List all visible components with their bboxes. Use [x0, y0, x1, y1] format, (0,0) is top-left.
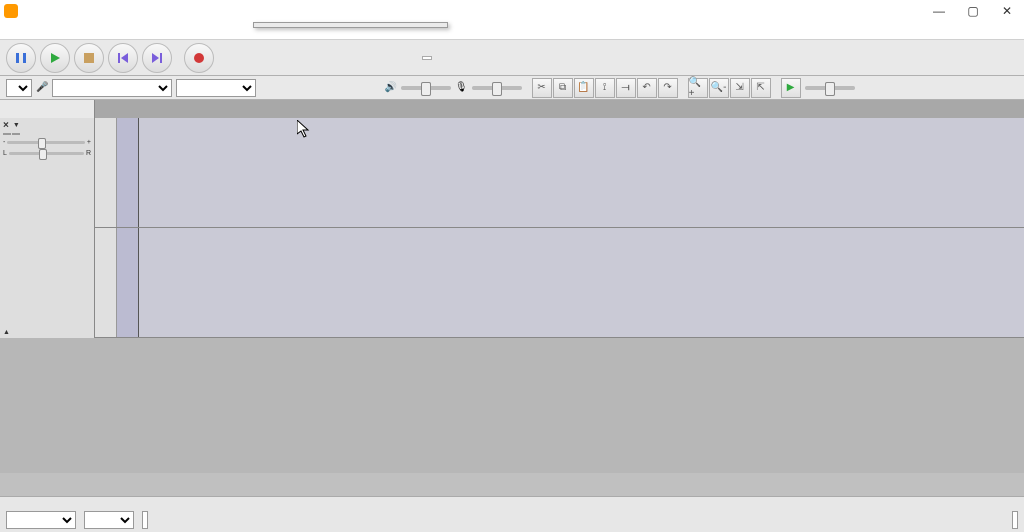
- solo-button[interactable]: [12, 133, 20, 135]
- output-volume-slider[interactable]: [401, 86, 451, 90]
- play-at-speed-button[interactable]: ▶: [781, 78, 801, 98]
- mic-vol-icon: 🎙: [455, 82, 468, 93]
- amplitude-scale: [95, 228, 117, 337]
- menu-bar: [0, 22, 1024, 40]
- paste-button[interactable]: 📋: [574, 78, 594, 98]
- fit-selection-button[interactable]: ⇲: [730, 78, 750, 98]
- snap-to-select[interactable]: [84, 511, 134, 529]
- selection-toolbar: [0, 496, 1024, 532]
- pan-slider[interactable]: [9, 152, 84, 155]
- channel-left[interactable]: [95, 118, 1024, 228]
- collapse-icon[interactable]: ▲: [3, 329, 10, 336]
- gain-slider[interactable]: [7, 141, 85, 144]
- selection-length-field[interactable]: [1012, 511, 1018, 529]
- mic-icon: 🎤: [36, 82, 48, 93]
- pause-button[interactable]: [6, 43, 36, 73]
- app-icon: [4, 4, 18, 18]
- undo-button[interactable]: ↶: [637, 78, 657, 98]
- speaker-icon: 🔊: [384, 82, 396, 93]
- title-bar: [0, 0, 1024, 22]
- input-volume-slider[interactable]: [472, 86, 522, 90]
- copy-button[interactable]: ⧉: [553, 78, 573, 98]
- skip-end-button[interactable]: [142, 43, 172, 73]
- skip-start-button[interactable]: [108, 43, 138, 73]
- track-area: × ▼ -+ LR ▲: [0, 118, 1024, 338]
- amplitude-scale: [95, 118, 117, 227]
- timeline-ruler[interactable]: [0, 100, 1024, 118]
- play-at-speed-toolbar: ▶: [781, 78, 801, 98]
- project-rate-select[interactable]: [6, 511, 76, 529]
- track-menu-icon[interactable]: ▼: [13, 122, 20, 129]
- trim-button[interactable]: ⟟: [595, 78, 615, 98]
- silence-button[interactable]: ⟞: [616, 78, 636, 98]
- zoom-toolbar: 🔍+ 🔍- ⇲ ⇱: [688, 78, 771, 98]
- zoom-in-button[interactable]: 🔍+: [688, 78, 708, 98]
- channel-right[interactable]: [95, 228, 1024, 338]
- close-button[interactable]: ✕: [990, 0, 1024, 22]
- monitoring-label[interactable]: [422, 56, 432, 60]
- edit-toolbar: ✂ ⧉ 📋 ⟟ ⟞ ↶ ↷: [532, 78, 678, 98]
- playback-speed-slider[interactable]: [805, 86, 855, 90]
- db-meter: [436, 51, 1018, 65]
- mute-button[interactable]: [3, 133, 11, 135]
- zoom-out-button[interactable]: 🔍-: [709, 78, 729, 98]
- empty-track-area[interactable]: [0, 338, 1024, 473]
- record-button[interactable]: [184, 43, 214, 73]
- input-device-select[interactable]: [52, 79, 172, 97]
- track-close-icon[interactable]: ×: [3, 120, 9, 131]
- track-header[interactable]: × ▼ -+ LR ▲: [0, 118, 95, 338]
- selection-start-field[interactable]: [142, 511, 148, 529]
- minimize-button[interactable]: —: [922, 0, 956, 22]
- device-toolbar: 🎤 🔊 🎙 ✂ ⧉ 📋 ⟟ ⟞ ↶ ↷ 🔍+ 🔍- ⇲ ⇱ ▶: [0, 76, 1024, 100]
- maximize-button[interactable]: ▢: [956, 0, 990, 22]
- play-button[interactable]: [40, 43, 70, 73]
- effect-menu: [253, 22, 448, 28]
- stop-button[interactable]: [74, 43, 104, 73]
- audio-host-select[interactable]: [6, 79, 32, 97]
- waveform-left[interactable]: [117, 118, 1024, 227]
- channels-select[interactable]: [176, 79, 256, 97]
- cut-button[interactable]: ✂: [532, 78, 552, 98]
- fit-project-button[interactable]: ⇱: [751, 78, 771, 98]
- transport-toolbar: [0, 40, 1024, 76]
- waveform-right[interactable]: [117, 228, 1024, 337]
- selection-end-label: [1012, 500, 1018, 510]
- redo-button[interactable]: ↷: [658, 78, 678, 98]
